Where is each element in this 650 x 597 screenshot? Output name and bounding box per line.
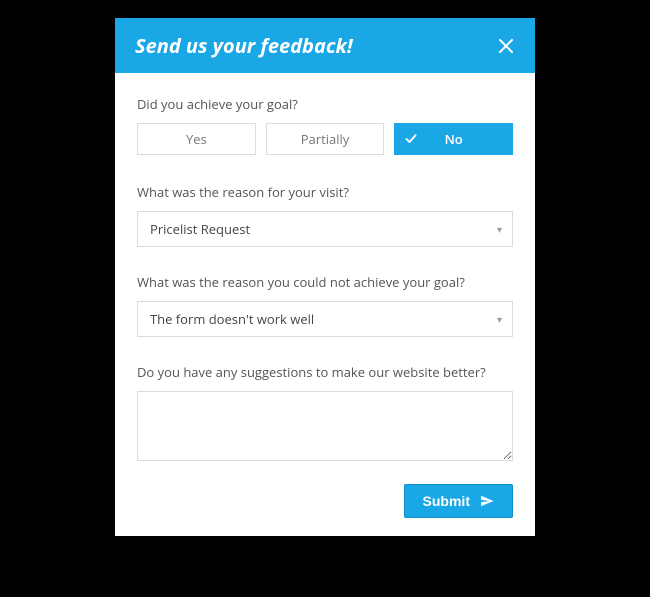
modal-footer: Submit — [137, 484, 513, 518]
question-label: What was the reason you could not achiev… — [137, 273, 513, 291]
goal-option-yes-label: Yes — [186, 130, 207, 148]
chevron-down-icon: ▾ — [497, 312, 502, 326]
question-achieve-goal: Did you achieve your goal? Yes Partially — [137, 95, 513, 155]
question-fail-reason: What was the reason you could not achiev… — [137, 273, 513, 337]
feedback-modal: Send us your feedback! Did you achieve y… — [115, 18, 535, 536]
check-icon — [405, 133, 417, 145]
modal-title: Send us your feedback! — [135, 32, 353, 59]
modal-body: Did you achieve your goal? Yes Partially — [115, 73, 535, 536]
submit-button[interactable]: Submit — [404, 484, 513, 518]
visit-reason-select[interactable]: Pricelist Request ▾ — [137, 211, 513, 247]
question-label: Do you have any suggestions to make our … — [137, 363, 513, 381]
suggestions-textarea[interactable] — [137, 391, 513, 461]
goal-segmented-control: Yes Partially No — [137, 123, 513, 155]
question-label: Did you achieve your goal? — [137, 95, 513, 113]
modal-header: Send us your feedback! — [115, 18, 535, 73]
paper-plane-icon — [480, 494, 494, 508]
question-visit-reason: What was the reason for your visit? Pric… — [137, 183, 513, 247]
fail-reason-value: The form doesn't work well — [150, 310, 314, 328]
goal-option-no-label: No — [445, 130, 463, 148]
goal-option-yes[interactable]: Yes — [137, 123, 256, 155]
close-icon[interactable] — [497, 37, 515, 55]
goal-option-partially[interactable]: Partially — [266, 123, 385, 155]
fail-reason-select[interactable]: The form doesn't work well ▾ — [137, 301, 513, 337]
question-suggestions: Do you have any suggestions to make our … — [137, 363, 513, 466]
chevron-down-icon: ▾ — [497, 222, 502, 236]
question-label: What was the reason for your visit? — [137, 183, 513, 201]
goal-option-partially-label: Partially — [301, 130, 350, 148]
submit-button-label: Submit — [423, 493, 470, 509]
visit-reason-value: Pricelist Request — [150, 220, 250, 238]
goal-option-no[interactable]: No — [394, 123, 513, 155]
